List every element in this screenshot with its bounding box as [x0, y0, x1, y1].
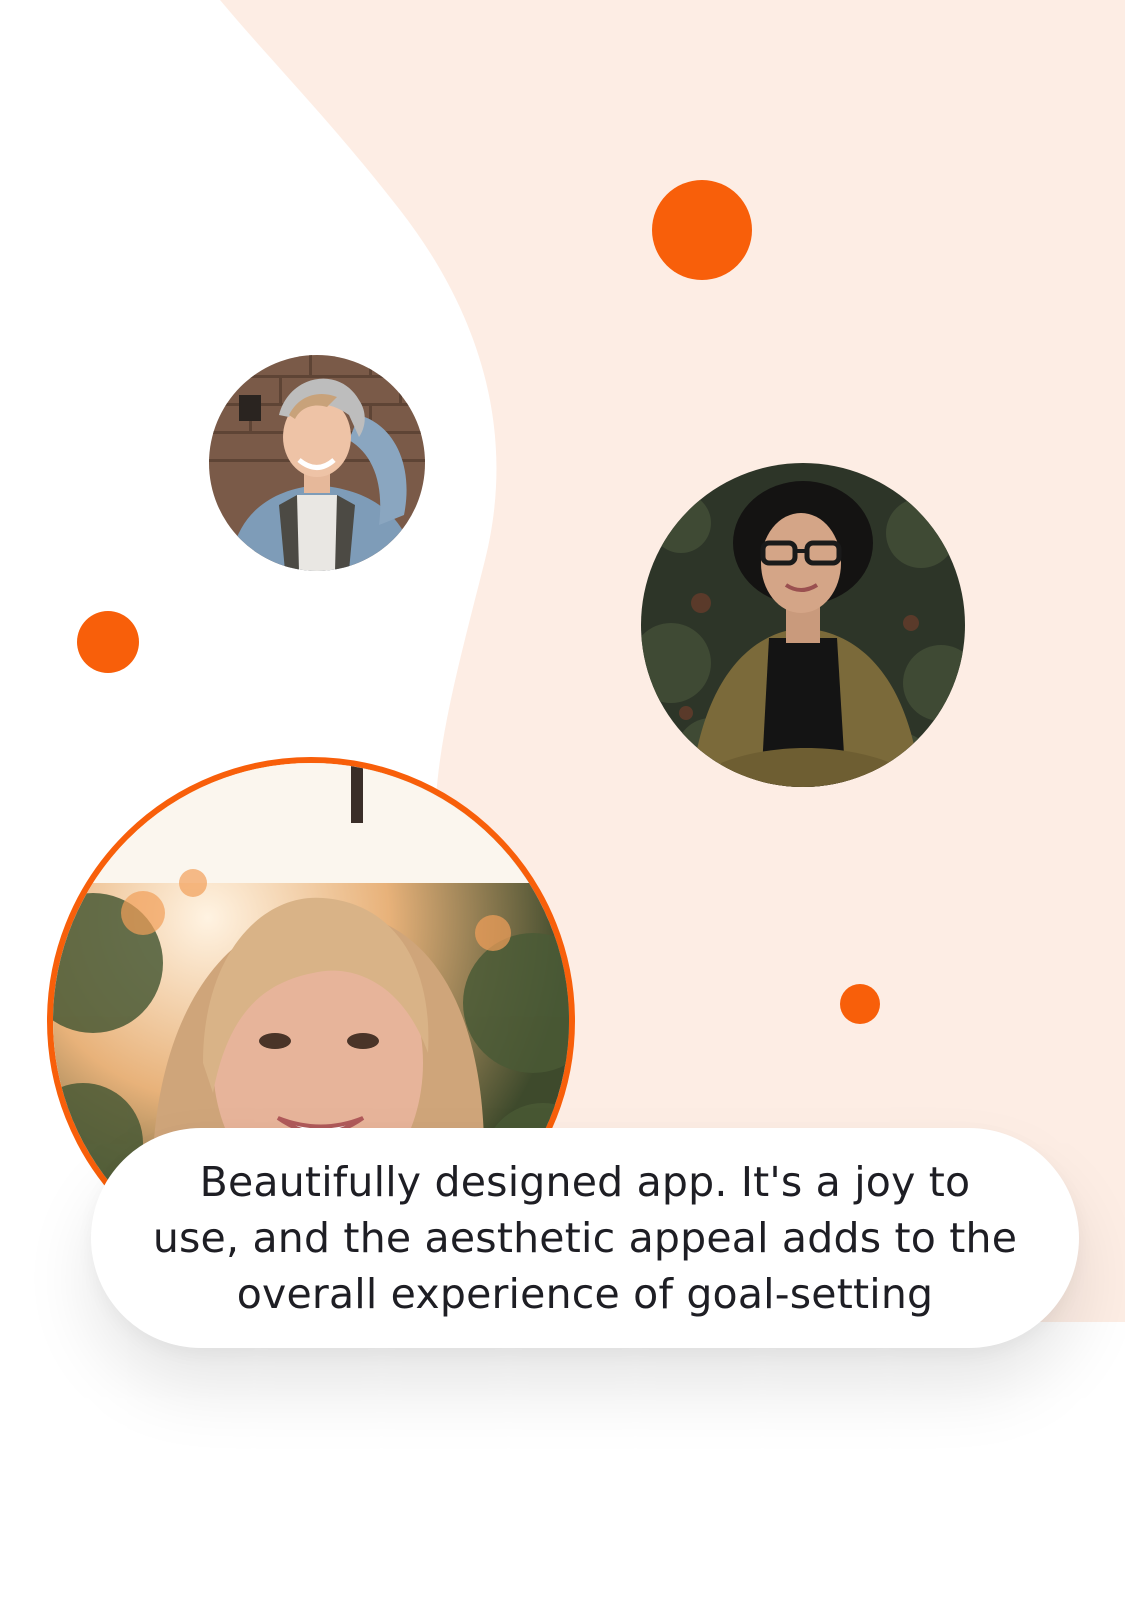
- person-photo-icon: [641, 463, 965, 787]
- decorative-dot-small: [840, 984, 880, 1024]
- woman-glasses-avatar: [641, 463, 965, 787]
- decorative-dot-large: [652, 180, 752, 280]
- person-photo-icon: [209, 355, 425, 571]
- man-beanie-avatar: [209, 355, 425, 571]
- decorative-dot-medium: [77, 611, 139, 673]
- testimonial-card: Beautifully designed app. It's a joy to …: [91, 1128, 1079, 1348]
- testimonial-quote: Beautifully designed app. It's a joy to …: [152, 1158, 1018, 1318]
